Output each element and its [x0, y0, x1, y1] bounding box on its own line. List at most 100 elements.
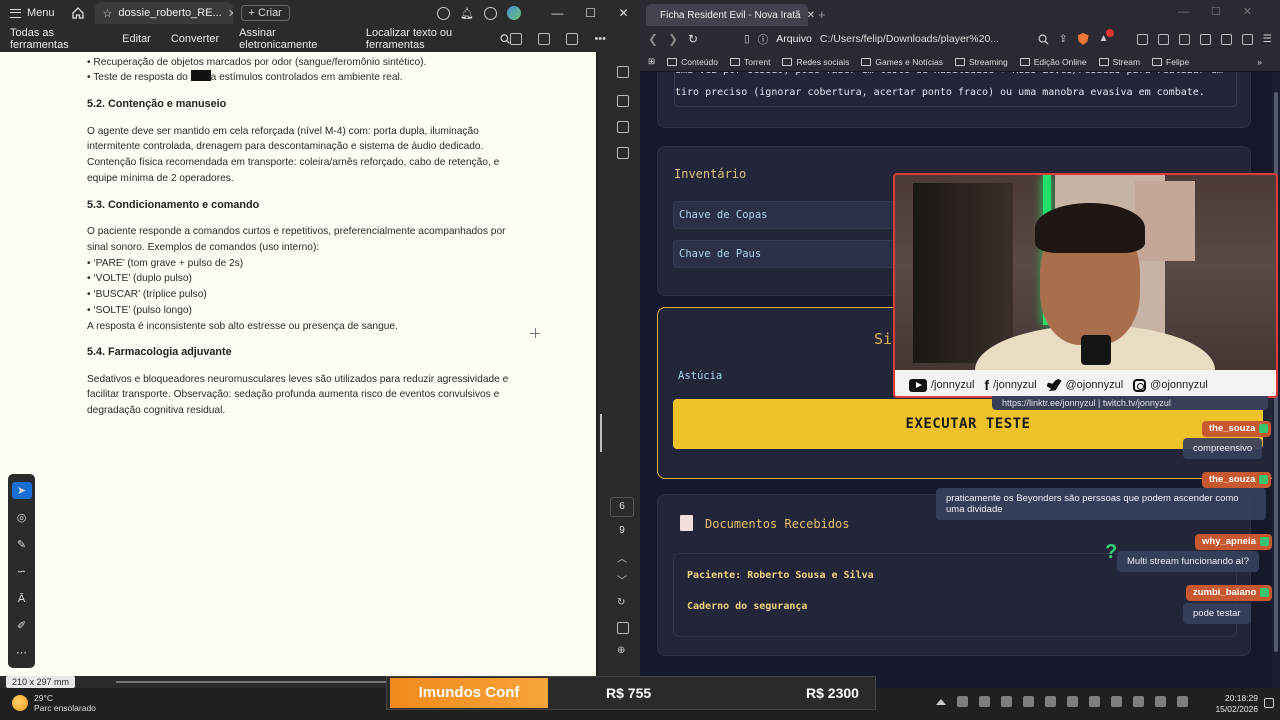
folder-icon	[861, 57, 872, 66]
attribute-select[interactable]: Astúcia	[678, 370, 722, 382]
minimize-icon[interactable]: —	[541, 6, 574, 20]
social-instagram: @ojonnyzul	[1133, 378, 1208, 392]
more-icon[interactable]: •••	[594, 33, 606, 45]
ability-text-box[interactable]: uma vez por sessão, pode fazer um teste …	[674, 72, 1237, 107]
bookmark-icon[interactable]	[617, 121, 629, 133]
tray-app-icon[interactable]	[1001, 696, 1012, 707]
reload-icon[interactable]: ↻	[688, 32, 704, 46]
comments-icon[interactable]	[617, 95, 629, 107]
tray-app-icon[interactable]	[979, 696, 990, 707]
rewards-icon[interactable]: ▲	[1099, 29, 1114, 45]
tool-search[interactable]: Localizar texto ou ferramentas	[366, 27, 511, 51]
pdf-titlebar: Menu ☆ dossie_roberto_RE... ✕ + Criar 🔔︎…	[0, 0, 640, 26]
help-icon[interactable]	[437, 6, 451, 20]
doc-line: facilitar transporte. Observação: sedaçã…	[87, 389, 500, 400]
vpn-icon[interactable]	[1220, 33, 1232, 45]
brave-shield-icon[interactable]	[1077, 33, 1089, 45]
save-icon[interactable]	[510, 33, 523, 45]
inventory-item[interactable]: Chave de Paus	[673, 240, 903, 268]
doc-line: • ‘PARE’ (tom grave + pulso de 2s)	[87, 258, 244, 269]
new-tab-icon[interactable]: +	[818, 4, 826, 26]
tray-app-icon[interactable]	[1023, 696, 1034, 707]
stamp-tool-icon[interactable]: ✐	[12, 617, 32, 634]
menu-button[interactable]: Menu	[0, 0, 65, 26]
bookmark-folder[interactable]: Streaming	[954, 57, 1008, 67]
all-tools-button[interactable]: Todas as ferramentas	[0, 27, 112, 51]
network-icon[interactable]	[1155, 696, 1166, 707]
star-icon[interactable]: ☆	[103, 7, 113, 20]
close-tab-icon[interactable]: ✕	[228, 7, 233, 20]
tray-app-icon[interactable]	[957, 696, 968, 707]
forward-icon[interactable]: ❯	[668, 32, 684, 46]
question-icon: ?	[1105, 541, 1118, 563]
share-icon[interactable]	[617, 66, 629, 78]
maximize-icon[interactable]: ☐	[574, 6, 607, 20]
more-tools-icon[interactable]: ⋯	[12, 644, 32, 661]
close-icon[interactable]: ✕	[607, 6, 640, 20]
wallet-icon[interactable]	[1199, 33, 1211, 45]
bell-icon[interactable]: 🔔︎	[460, 7, 474, 20]
browser-menu-icon[interactable]: ☰	[1263, 33, 1272, 45]
text-tool-icon[interactable]: Ā	[12, 590, 32, 607]
weather-temp: 29°C	[34, 693, 53, 703]
document-area[interactable]: • Recuperação de objetos marcados por od…	[0, 52, 596, 676]
sidebar-icon[interactable]	[1178, 33, 1190, 45]
more-bookmarks-icon[interactable]: »	[1257, 57, 1262, 67]
zoom-in-icon[interactable]: ⊕	[617, 645, 625, 656]
home-icon[interactable]	[71, 6, 85, 20]
show-hidden-icons-icon[interactable]	[936, 698, 946, 705]
bookmark-folder[interactable]: Edição Online	[1019, 57, 1087, 67]
microphone-tray-icon[interactable]	[1133, 696, 1144, 707]
browser-tab[interactable]: Ficha Resident Evil - Nova Iratã ✕	[646, 4, 815, 26]
back-icon[interactable]: ❮	[648, 32, 664, 46]
screenshot-icon[interactable]	[1157, 33, 1169, 45]
scrollbar[interactable]	[600, 414, 602, 452]
upload-icon[interactable]	[538, 33, 551, 45]
draw-tool-icon[interactable]: ∽	[12, 563, 32, 580]
tray-app-icon[interactable]	[1067, 696, 1078, 707]
extensions-icon[interactable]	[1136, 33, 1148, 45]
weather-widget[interactable]: 29°C Parc ensolarado	[12, 693, 96, 713]
create-button[interactable]: + Criar	[240, 5, 290, 21]
document-item[interactable]: Paciente: Roberto Sousa e Silva	[687, 570, 874, 581]
apps-icon[interactable]: ⊞	[648, 56, 655, 67]
volume-icon[interactable]	[1177, 696, 1188, 707]
window-controls[interactable]: —☐✕	[1178, 5, 1274, 18]
print-icon[interactable]	[566, 33, 579, 45]
leo-icon[interactable]	[1241, 33, 1253, 45]
zoom-icon[interactable]	[1038, 34, 1049, 45]
prev-page-icon[interactable]: ︿	[617, 550, 627, 565]
bookmark-folder[interactable]: Stream	[1098, 57, 1140, 67]
tray-app-icon[interactable]	[1111, 696, 1122, 707]
convert-button[interactable]: Converter	[161, 33, 229, 45]
notifications-icon[interactable]	[1264, 698, 1274, 708]
inventory-item[interactable]: Chave de Copas	[673, 201, 903, 229]
close-tab-icon[interactable]: ✕	[807, 10, 815, 21]
inventory-title: Inventário	[674, 167, 747, 181]
select-tool-icon[interactable]: ➤	[11, 482, 32, 499]
fit-page-icon[interactable]	[617, 622, 629, 634]
bookmark-page-icon[interactable]: ▯	[744, 33, 750, 45]
refresh-icon[interactable]: ↻	[617, 597, 625, 608]
clock[interactable]: 20:18:29 15/02/2026	[1215, 693, 1258, 715]
document-tab[interactable]: ☆ dossie_roberto_RE... ✕	[94, 2, 233, 24]
bookmark-folder[interactable]: Games e Notícias	[861, 57, 943, 67]
tool-search-label: Localizar texto ou ferramentas	[365, 27, 453, 51]
pages-icon[interactable]	[617, 147, 629, 159]
bookmark-folder[interactable]: Redes sociais	[782, 57, 849, 67]
pen-tool-icon[interactable]: ✎	[12, 536, 32, 553]
edit-button[interactable]: Editar	[112, 33, 161, 45]
address-bar[interactable]: ▯ ⓘ Arquivo C:/Users/felip/Downloads/pla…	[744, 32, 999, 47]
share-icon[interactable]: ⇪	[1059, 33, 1068, 45]
avatar[interactable]	[507, 6, 521, 20]
document-item[interactable]: Caderno do segurança	[687, 601, 807, 612]
next-page-icon[interactable]: ﹀	[617, 572, 627, 587]
bookmark-folder[interactable]: Conteúdo	[667, 57, 718, 67]
sign-button[interactable]: Assinar eletronicamente	[229, 27, 352, 51]
tray-app-icon[interactable]	[1089, 696, 1100, 707]
bookmark-folder[interactable]: Felipe	[1152, 57, 1189, 67]
settings-icon[interactable]	[484, 6, 497, 20]
comment-tool-icon[interactable]: ◎	[12, 509, 32, 526]
tray-app-icon[interactable]	[1045, 696, 1056, 707]
bookmark-folder[interactable]: Torrent	[730, 57, 770, 67]
